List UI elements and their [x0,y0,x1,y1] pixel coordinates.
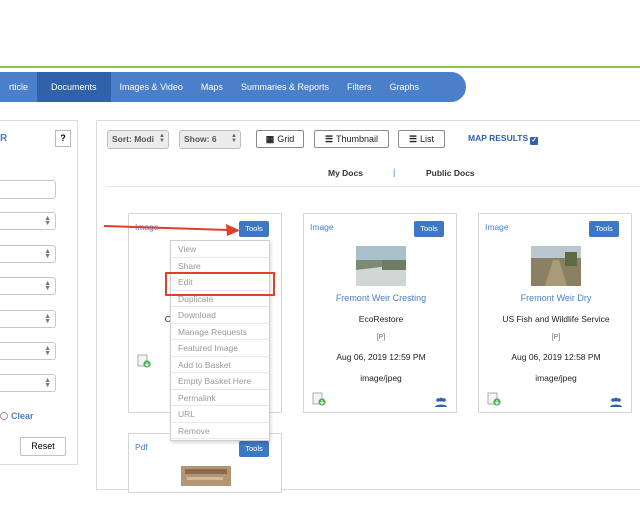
document-add-icon[interactable] [312,392,326,406]
menu-item-view[interactable]: View [171,241,269,258]
card-thumbnail[interactable] [531,246,581,286]
grid-icon: ▦ [265,134,275,144]
updown-icon: ▲ ▼ [231,133,237,144]
card-source: US Fish and Wildlife Service [502,314,610,324]
tools-button[interactable]: Tools [414,221,444,237]
card-date: Aug 06, 2019 12:58 PM [511,352,601,362]
card-thumbnail[interactable] [356,246,406,286]
nav-item-images-video[interactable]: Images & Video [111,72,192,102]
updown-icon: ▲ ▼ [44,377,51,389]
updown-icon: ▲ ▼ [44,280,51,292]
updown-icon: ▲ ▼ [44,345,51,357]
checkbox-icon[interactable]: ✓ [530,137,539,145]
filter-select-5[interactable]: ▲ ▼ [0,342,56,360]
menu-item-remove[interactable]: Remove [171,423,269,439]
nav-item-article[interactable]: rticle [0,72,37,102]
header-divider [0,66,640,68]
filter-select-6[interactable]: ▲ ▼ [0,374,56,392]
nav-item-maps[interactable]: Maps [192,72,232,102]
clear-radio[interactable] [0,412,8,420]
doc-card[interactable]: Image Tools Fremont Weir Dry US Fish and… [478,213,632,413]
thumbnail-view-button[interactable]: ☰ Thumbnail [314,130,389,148]
card-title-link[interactable]: Fremont Weir Dry [479,293,633,303]
nav-item-documents[interactable]: Documents [37,72,111,102]
card-public-flag: [P] [551,334,561,341]
list-icon: ☰ [408,134,418,144]
updown-icon: ▲ ▼ [44,215,51,227]
updown-icon: ▲ ▼ [44,313,51,325]
tools-button[interactable]: Tools [239,441,269,457]
doc-card[interactable]: Pdf Tools [128,433,282,493]
card-public-flag: [P] [376,334,386,341]
list-view-label: List [420,134,435,144]
filter-select-4[interactable]: ▲ ▼ [0,310,56,328]
menu-item-manage-requests[interactable]: Manage Requests [171,324,269,340]
grid-view-button[interactable]: ▦ Grid [256,130,304,148]
nav-item-graphs[interactable]: Graphs [380,72,428,102]
card-date: Aug 06, 2019 12:59 PM [336,352,426,362]
card-mime-type: image/jpeg [535,373,577,383]
annotation-arrow-icon [104,224,240,236]
menu-item-download[interactable]: Download [171,307,269,324]
map-results-toggle[interactable]: MAP RESULTS ✓ [468,133,539,145]
tools-dropdown-menu: View Share Edit Duplicate Download Manag… [170,240,270,441]
card-mime-type: image/jpeg [360,373,402,383]
show-select-label: Show: 6 [184,134,217,144]
menu-item-url[interactable]: URL [171,406,269,423]
people-icon[interactable] [609,394,623,407]
tab-my-docs[interactable]: My Docs [328,168,363,178]
menu-item-featured-image[interactable]: Featured Image [171,340,269,357]
show-select[interactable]: Show: 6 ▲ ▼ [179,130,241,149]
reset-button[interactable]: Reset [20,437,66,456]
filter-select-1[interactable]: ▲ ▼ [0,212,56,230]
tools-button[interactable]: Tools [589,221,619,237]
filter-select-3[interactable]: ▲ ▼ [0,277,56,295]
filter-panel: R ? ▲ ▼ ▲ ▼ ▲ ▼ ▲ ▼ ▲ ▼ ▲ ▼ Clear Reset [0,120,78,465]
menu-item-add-to-basket[interactable]: Add to Basket [171,357,269,373]
list-view-button[interactable]: ☰ List [398,130,445,148]
document-add-icon[interactable] [137,354,151,368]
sort-select-label: Sort: Modi [112,134,155,144]
card-thumbnail[interactable] [181,466,231,506]
card-type-label: Pdf [135,442,148,452]
doc-card[interactable]: Image Tools Fremont Weir Cresting EcoRes… [303,213,457,413]
main-nav: rticle Documents Images & Video Maps Sum… [0,72,466,102]
clear-link[interactable]: Clear [11,411,34,421]
filter-select-2[interactable]: ▲ ▼ [0,245,56,263]
help-button[interactable]: ? [55,130,71,147]
filter-panel-title: R [0,133,8,144]
card-type-label: Image [485,222,509,232]
list-icon: ☰ [324,134,334,144]
tab-public-docs[interactable]: Public Docs [426,168,475,178]
filter-search-input[interactable] [0,180,56,199]
tabs-divider [106,186,640,187]
people-icon[interactable] [434,394,448,407]
grid-view-label: Grid [277,134,295,144]
sort-select[interactable]: Sort: Modi ▲ ▼ [107,130,169,149]
page-header [0,0,640,68]
updown-icon: ▲ ▼ [44,248,51,260]
tab-separator: | [393,167,396,177]
nav-item-summaries-reports[interactable]: Summaries & Reports [232,72,338,102]
nav-item-filters[interactable]: Filters [338,72,381,102]
thumbnail-view-label: Thumbnail [336,134,379,144]
map-results-label: MAP RESULTS [468,133,529,143]
card-title-link[interactable]: Fremont Weir Cresting [304,293,458,303]
card-type-label: Image [310,222,334,232]
card-source: EcoRestore [358,314,404,324]
document-add-icon[interactable] [487,392,501,406]
edit-highlight-annotation [165,272,275,296]
menu-item-empty-basket-here[interactable]: Empty Basket Here [171,373,269,390]
updown-icon: ▲ ▼ [159,133,165,144]
clear-option[interactable]: Clear [0,411,34,421]
menu-item-permalink[interactable]: Permalink [171,390,269,406]
